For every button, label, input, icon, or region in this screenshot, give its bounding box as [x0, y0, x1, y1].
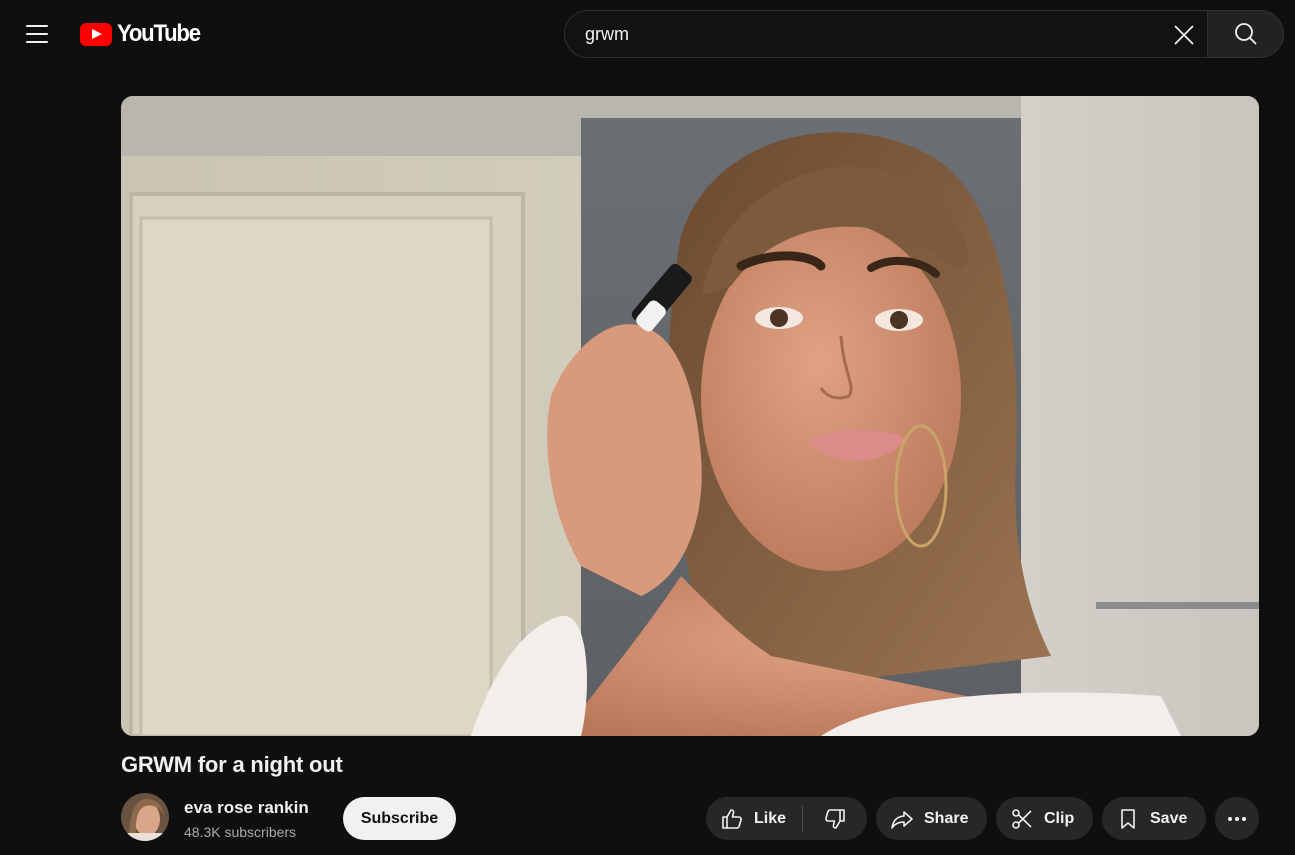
like-dislike-group: Like: [706, 797, 867, 840]
video-frame: [121, 96, 1259, 736]
video-player[interactable]: [121, 96, 1259, 736]
subscriber-count: 48.3K subscribers: [184, 824, 297, 840]
logo-text: YouTube: [117, 20, 201, 47]
avatar-image: [121, 793, 169, 841]
share-label: Share: [924, 809, 969, 827]
top-bar: YouTube: [0, 0, 1295, 68]
like-label: Like: [754, 809, 787, 827]
like-button[interactable]: Like: [706, 797, 802, 840]
save-label: Save: [1150, 809, 1188, 827]
dislike-button[interactable]: [803, 797, 866, 840]
avatar[interactable]: [121, 793, 169, 841]
thumbs-down-icon: [824, 808, 845, 829]
scissors-icon: [1012, 808, 1032, 829]
share-button[interactable]: Share: [876, 797, 987, 840]
search-box: [564, 10, 1208, 58]
more-icon: [1228, 816, 1246, 821]
search-icon: [1234, 23, 1257, 45]
menu-button[interactable]: [16, 14, 58, 54]
share-icon: [891, 810, 913, 829]
youtube-logo-icon: [80, 22, 112, 46]
clip-label: Clip: [1044, 809, 1075, 827]
more-actions-button[interactable]: [1215, 797, 1259, 840]
search-input[interactable]: [585, 14, 1145, 54]
channel-name[interactable]: eva rose rankin: [184, 798, 309, 818]
video-title: GRWM for a night out: [121, 752, 343, 777]
save-button[interactable]: Save: [1102, 797, 1206, 840]
youtube-logo[interactable]: YouTube: [80, 22, 207, 46]
thumbs-up-icon: [722, 808, 742, 829]
clear-icon: [1174, 25, 1194, 45]
clear-search-button[interactable]: [1168, 19, 1200, 51]
search-button[interactable]: [1207, 10, 1284, 58]
subscribe-button[interactable]: Subscribe: [343, 797, 456, 840]
clip-button[interactable]: Clip: [996, 797, 1093, 840]
bookmark-icon: [1121, 808, 1135, 829]
